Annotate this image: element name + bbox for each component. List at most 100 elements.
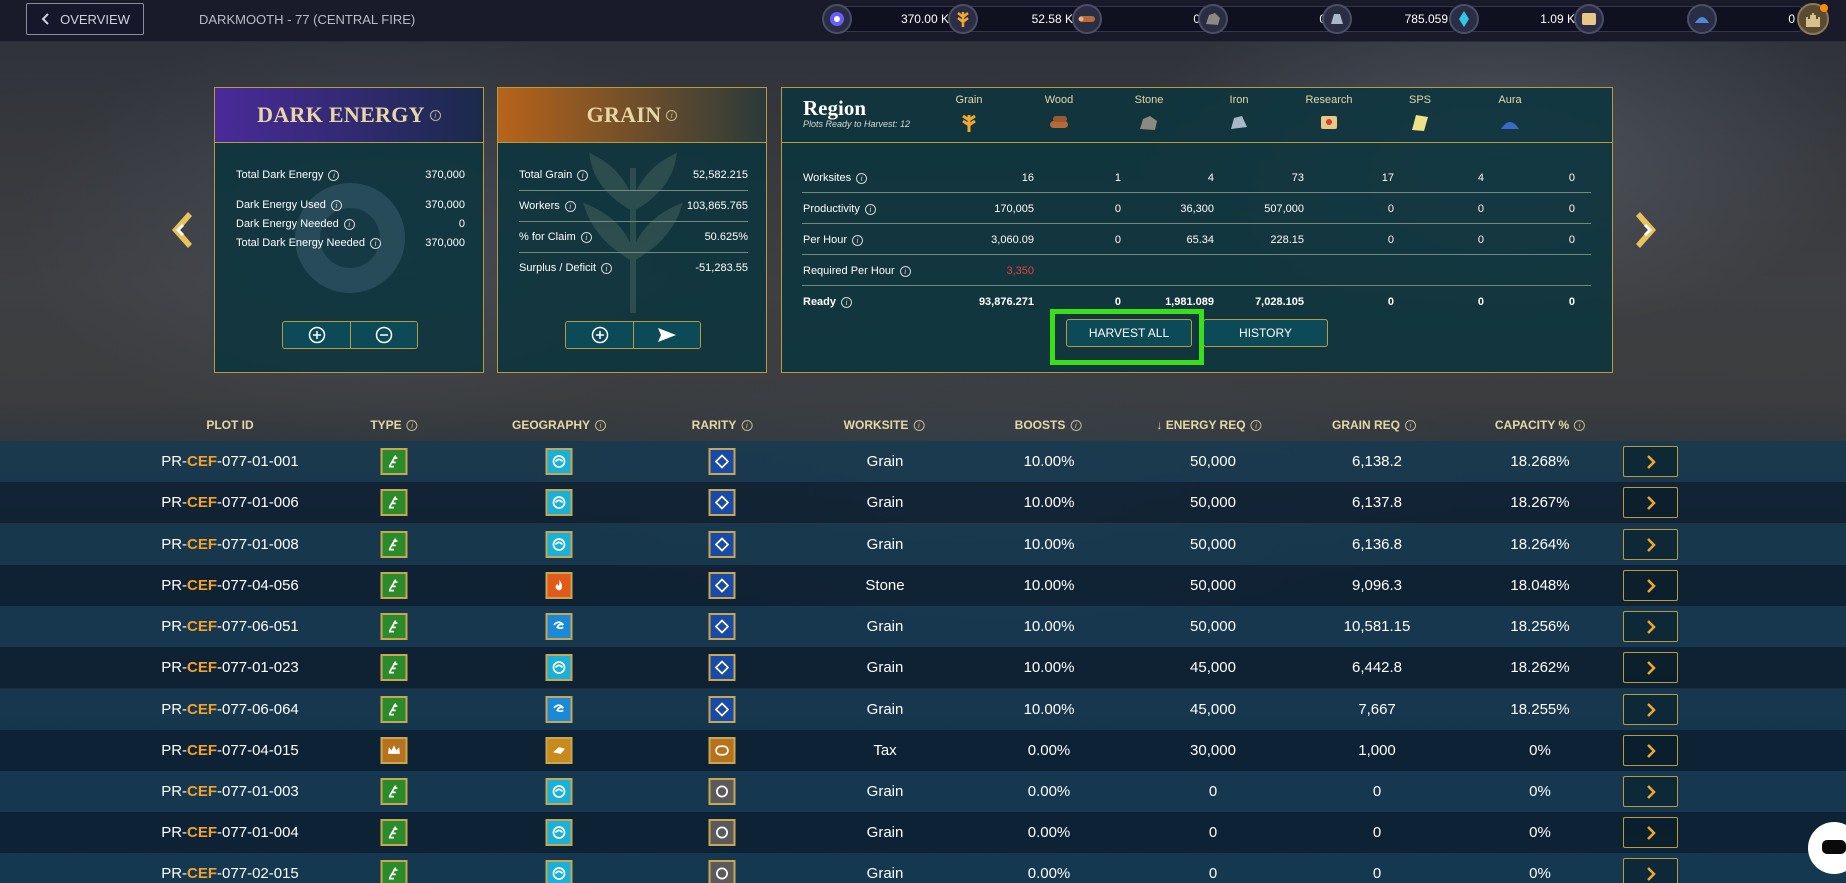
open-plot-button[interactable]	[1623, 446, 1678, 477]
location-title: DARKMOOTH - 77 (CENTRAL FIRE)	[199, 12, 416, 27]
geography-fire-icon	[555, 579, 563, 591]
grain-icon	[962, 114, 976, 132]
header-worksite[interactable]: WORKSITE i	[844, 418, 925, 432]
table-row[interactable]: PR-CEF-077-04-015 Tax 0.00% 30,000 1,000…	[0, 730, 1846, 771]
region-value: 0	[1387, 203, 1394, 215]
add-dark-energy-button[interactable]	[283, 322, 350, 348]
open-plot-button[interactable]	[1623, 817, 1678, 848]
table-row[interactable]: PR-CEF-077-01-003 Grain 0.00% 0 0 0%	[0, 771, 1846, 812]
row-divider	[802, 285, 1591, 286]
grain-req-cell: 0	[1372, 783, 1382, 800]
dark-energy-title: DARK ENERGY	[257, 102, 425, 127]
resource-value: 0	[1094, 6, 1207, 32]
rarity-badge	[708, 737, 736, 764]
grain-req-cell: 9,096.3	[1351, 577, 1403, 594]
header-geography[interactable]: GEOGRAPHY i	[512, 418, 607, 432]
rarity-badge	[708, 448, 736, 475]
grain-req-cell: 6,442.8	[1351, 659, 1403, 676]
header-capacity[interactable]: CAPACITY % i	[1495, 418, 1586, 432]
worksite-cell: Grain	[866, 783, 904, 800]
plot-id[interactable]: PR-CEF-077-01-008	[161, 536, 299, 553]
open-plot-button[interactable]	[1623, 529, 1678, 560]
plot-id[interactable]: PR-CEF-077-04-015	[161, 742, 299, 759]
boosts-cell: 10.00%	[1023, 577, 1075, 594]
resource-value: 52.58 K	[970, 6, 1080, 32]
header-boosts[interactable]: BOOSTS i	[1015, 418, 1082, 432]
region-value: 0	[1477, 203, 1484, 215]
rarity-rare-icon	[714, 660, 730, 675]
region-column-aura: Aura	[1480, 94, 1540, 136]
table-row[interactable]: PR-CEF-077-01-004 Grain 0.00% 0 0 0%	[0, 812, 1846, 853]
focus-highlight	[1050, 309, 1204, 365]
table-row[interactable]: PR-CEF-077-06-064 Grain 10.00% 45,000 7,…	[0, 689, 1846, 730]
type-badge	[380, 860, 408, 883]
table-row[interactable]: PR-CEF-077-01-008 Grain 10.00% 50,000 6,…	[0, 524, 1846, 565]
info-icon[interactable]: i	[666, 109, 678, 121]
rarity-common-icon	[716, 867, 728, 880]
geography-water-icon	[552, 826, 566, 839]
table-row[interactable]: PR-CEF-077-01-023 Grain 10.00% 45,000 6,…	[0, 647, 1846, 688]
grain-buttons	[565, 321, 701, 349]
chevron-left-icon	[41, 13, 49, 25]
open-plot-button[interactable]	[1623, 735, 1678, 766]
open-plot-button[interactable]	[1623, 776, 1678, 807]
history-button[interactable]: HISTORY	[1203, 319, 1328, 347]
capacity-cell: 0%	[1529, 865, 1551, 882]
iron-icon	[1322, 4, 1352, 34]
table-row[interactable]: PR-CEF-077-02-015 Grain 0.00% 0 0 0%	[0, 853, 1846, 883]
open-plot-button[interactable]	[1623, 858, 1678, 883]
type-badge	[380, 778, 408, 805]
avatar[interactable]	[1797, 3, 1829, 35]
plot-id[interactable]: PR-CEF-077-01-001	[161, 453, 299, 470]
type-green-icon	[388, 661, 398, 674]
overview-button[interactable]: OVERVIEW	[26, 3, 144, 35]
type-badge	[380, 489, 408, 516]
stone-icon	[1140, 116, 1157, 130]
type-green-icon	[388, 455, 398, 468]
header-rarity[interactable]: RARITY i	[692, 418, 753, 432]
type-badge	[380, 737, 408, 764]
next-arrow-icon[interactable]	[1628, 210, 1662, 250]
table-row[interactable]: PR-CEF-077-06-051 Grain 10.00% 50,000 10…	[0, 606, 1846, 647]
resource-value: 785.059	[1344, 6, 1455, 32]
table-row[interactable]: PR-CEF-077-04-056 Stone 10.00% 50,000 9,…	[0, 565, 1846, 606]
plot-id[interactable]: PR-CEF-077-06-064	[161, 701, 299, 718]
type-green-icon	[388, 703, 398, 716]
open-plot-button[interactable]	[1623, 694, 1678, 725]
info-icon[interactable]: i	[429, 109, 441, 121]
plot-id[interactable]: PR-CEF-077-01-006	[161, 494, 299, 511]
remove-dark-energy-button[interactable]	[350, 322, 417, 348]
send-grain-button[interactable]	[633, 322, 700, 348]
castle-icon	[1806, 13, 1820, 27]
region-column-grain: Grain	[939, 94, 999, 136]
open-plot-button[interactable]	[1623, 487, 1678, 518]
grain-req-cell: 1,000	[1358, 742, 1396, 759]
header-grain-req[interactable]: GRAIN REQ i	[1332, 418, 1417, 432]
open-plot-button[interactable]	[1623, 570, 1678, 601]
previous-arrow-icon[interactable]	[166, 210, 200, 250]
plot-id[interactable]: PR-CEF-077-06-051	[161, 618, 299, 635]
header-energy-req[interactable]: ↓ ENERGY REQ i	[1156, 418, 1262, 432]
geography-gold-icon	[553, 747, 565, 754]
plot-id[interactable]: PR-CEF-077-04-056	[161, 577, 299, 594]
open-plot-button[interactable]	[1623, 611, 1678, 642]
add-grain-button[interactable]	[566, 322, 633, 348]
header-type[interactable]: TYPE i	[370, 418, 418, 432]
type-green-icon	[388, 538, 398, 551]
geography-badge	[545, 696, 573, 723]
rarity-badge	[708, 572, 736, 599]
plot-id[interactable]: PR-CEF-077-01-003	[161, 783, 299, 800]
worksite-cell: Grain	[866, 701, 904, 718]
grain-req-cell: 10,581.15	[1343, 618, 1411, 635]
plot-id[interactable]: PR-CEF-077-01-023	[161, 659, 299, 676]
row-divider	[802, 223, 1591, 224]
geography-badge	[545, 778, 573, 805]
plot-id[interactable]: PR-CEF-077-01-004	[161, 824, 299, 841]
region-row-label: Per Hour i	[803, 234, 864, 246]
plot-id[interactable]: PR-CEF-077-02-015	[161, 865, 299, 882]
table-row[interactable]: PR-CEF-077-01-001 Grain 10.00% 50,000 6,…	[0, 441, 1846, 482]
table-row[interactable]: PR-CEF-077-01-006 Grain 10.00% 50,000 6,…	[0, 482, 1846, 523]
geography-water-icon	[552, 867, 566, 880]
header-plot-id[interactable]: PLOT ID	[206, 418, 253, 432]
open-plot-button[interactable]	[1623, 652, 1678, 683]
